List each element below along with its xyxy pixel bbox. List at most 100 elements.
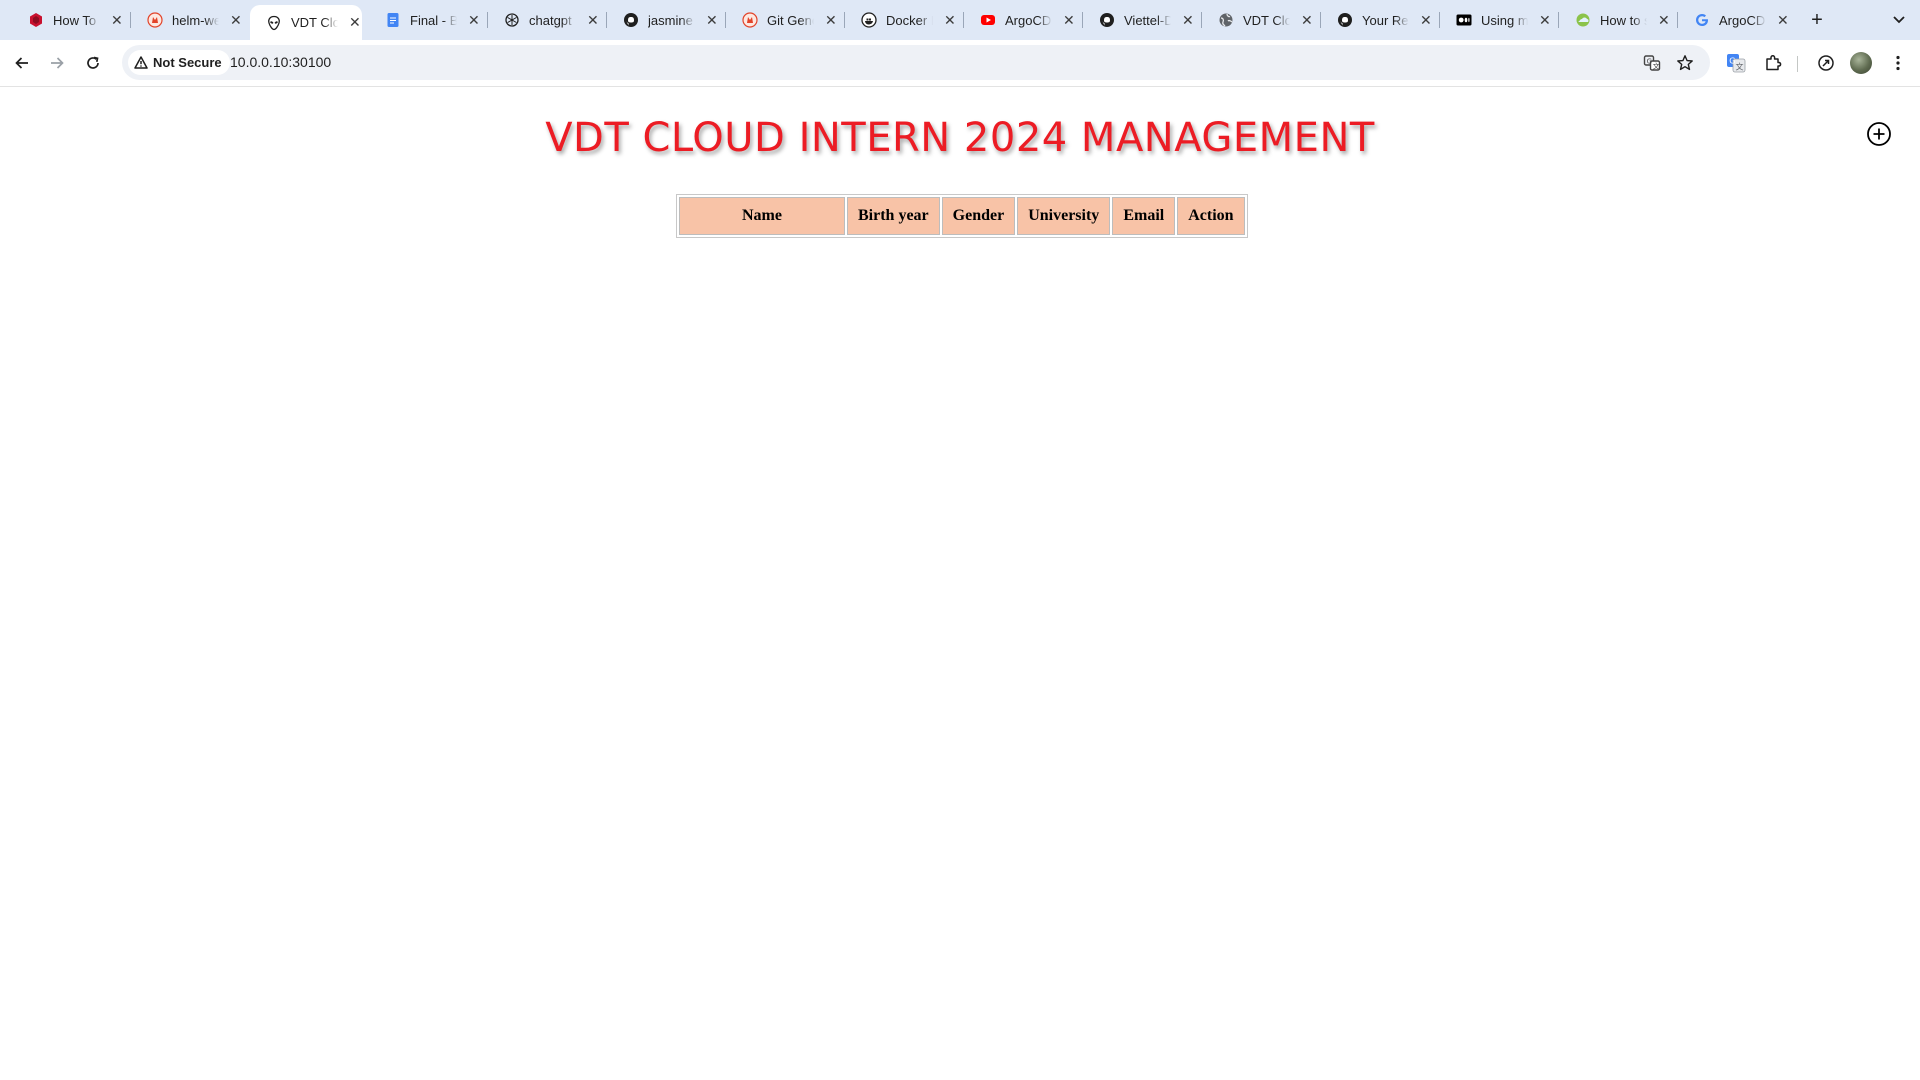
tab-separator bbox=[1082, 12, 1083, 28]
tab-close-icon[interactable]: ✕ bbox=[1300, 12, 1314, 28]
address-bar[interactable]: Not Secure 10.0.0.10:30100 G文 bbox=[122, 45, 1710, 80]
forward-button[interactable] bbox=[43, 49, 71, 77]
column-header-university: University bbox=[1017, 197, 1111, 235]
tab-close-icon[interactable]: ✕ bbox=[824, 12, 838, 28]
tab-title: How to s bbox=[1600, 12, 1647, 28]
browser-tab[interactable]: ArgoCD ✕ bbox=[1684, 6, 1790, 34]
tab-close-icon[interactable]: ✕ bbox=[1657, 12, 1671, 28]
toolbar-divider bbox=[1797, 56, 1798, 72]
kebab-menu-icon bbox=[1896, 55, 1900, 71]
tab-separator bbox=[725, 12, 726, 28]
url-text[interactable]: 10.0.0.10:30100 bbox=[230, 54, 331, 70]
tab-separator bbox=[844, 12, 845, 28]
tab-close-icon[interactable]: ✕ bbox=[1538, 12, 1552, 28]
tab-title: ArgoCD bbox=[1719, 12, 1766, 28]
tab-close-icon[interactable]: ✕ bbox=[467, 12, 481, 28]
tab-title: How To I bbox=[53, 12, 100, 28]
svg-text:文: 文 bbox=[1736, 62, 1744, 72]
browser-tab[interactable]: jasmine ✕ bbox=[613, 6, 719, 34]
tab-close-icon[interactable]: ✕ bbox=[1419, 12, 1433, 28]
reload-button[interactable] bbox=[79, 49, 107, 77]
globe-cloud-icon bbox=[1575, 12, 1591, 28]
tab-title: Git Gene bbox=[767, 12, 814, 28]
puzzle-icon bbox=[1766, 54, 1782, 71]
profile-avatar[interactable] bbox=[1850, 52, 1872, 74]
tab-close-icon[interactable]: ✕ bbox=[348, 14, 362, 31]
browser-tab[interactable]: How To I ✕ bbox=[18, 6, 124, 34]
tab-separator bbox=[1439, 12, 1440, 28]
svg-text:G: G bbox=[1729, 57, 1735, 66]
add-student-button[interactable] bbox=[1866, 121, 1892, 147]
globe-icon bbox=[1218, 12, 1234, 28]
browser-tab[interactable]: chatgpt ✕ bbox=[494, 6, 600, 34]
tab-close-icon[interactable]: ✕ bbox=[1062, 12, 1076, 28]
svg-text:文: 文 bbox=[1653, 62, 1660, 71]
column-header-name: Name bbox=[679, 197, 845, 235]
browser-tab[interactable]: Docker I ✕ bbox=[851, 6, 957, 34]
page-title: VDT CLOUD INTERN 2024 MANAGEMENT bbox=[545, 115, 1375, 161]
tab-close-icon[interactable]: ✕ bbox=[1181, 12, 1195, 28]
browser-tab[interactable]: Using m ✕ bbox=[1446, 6, 1552, 34]
tab-search-button[interactable] bbox=[1886, 8, 1912, 32]
browser-menu-button[interactable] bbox=[1884, 49, 1912, 77]
browser-tab[interactable]: ArgoCD ✕ bbox=[970, 6, 1076, 34]
reload-icon bbox=[87, 56, 99, 69]
chevron-down-icon bbox=[1893, 16, 1905, 24]
tab-separator bbox=[963, 12, 964, 28]
browser-tab[interactable]: VDT Clo ✕ bbox=[250, 5, 362, 40]
table-header-row: Name Birth year Gender University Email … bbox=[679, 197, 1245, 235]
tab-separator bbox=[487, 12, 488, 28]
plus-circle-icon bbox=[1867, 122, 1891, 146]
tab-separator bbox=[606, 12, 607, 28]
alien-icon bbox=[266, 15, 282, 31]
security-indicator[interactable]: Not Secure bbox=[128, 50, 230, 75]
tab-close-icon[interactable]: ✕ bbox=[705, 12, 719, 28]
svg-text:G: G bbox=[1647, 57, 1652, 65]
browser-tab[interactable]: Viettel-D ✕ bbox=[1089, 6, 1195, 34]
translate-button[interactable]: G文 bbox=[1640, 51, 1664, 75]
google-icon bbox=[1694, 12, 1710, 28]
chatgpt-icon bbox=[504, 12, 520, 28]
browser-tab[interactable]: Final - B ✕ bbox=[375, 6, 481, 34]
gitlab-icon bbox=[742, 12, 758, 28]
tab-close-icon[interactable]: ✕ bbox=[229, 12, 243, 28]
column-header-gender: Gender bbox=[941, 197, 1016, 235]
tab-close-icon[interactable]: ✕ bbox=[943, 12, 957, 28]
page-content: VDT CLOUD INTERN 2024 MANAGEMENT Name Bi… bbox=[0, 87, 1920, 1080]
browser-tab[interactable]: How to s ✕ bbox=[1565, 6, 1671, 34]
docker-icon bbox=[861, 12, 877, 28]
tab-close-icon[interactable]: ✕ bbox=[1776, 12, 1790, 28]
bookmark-button[interactable] bbox=[1673, 51, 1697, 75]
extensions-button[interactable] bbox=[1759, 49, 1787, 77]
students-table: Name Birth year Gender University Email … bbox=[676, 194, 1248, 238]
google-translate-extension-button[interactable]: G文 bbox=[1722, 49, 1750, 77]
leaf-gauge-icon bbox=[1818, 55, 1834, 71]
browser-tab[interactable]: VDT Clo ✕ bbox=[1208, 6, 1314, 34]
star-icon bbox=[1677, 55, 1693, 71]
tab-separator bbox=[1320, 12, 1321, 28]
tab-close-icon[interactable]: ✕ bbox=[110, 12, 124, 28]
browser-tab[interactable]: Your Re ✕ bbox=[1327, 6, 1433, 34]
back-button[interactable] bbox=[8, 49, 36, 77]
tab-title: Your Re bbox=[1362, 12, 1409, 28]
tab-close-icon[interactable]: ✕ bbox=[586, 12, 600, 28]
tab-title: chatgpt bbox=[529, 12, 572, 28]
tab-separator bbox=[1558, 12, 1559, 28]
browser-tab[interactable]: helm-we ✕ bbox=[137, 6, 243, 34]
ruby-icon bbox=[28, 12, 44, 28]
tab-separator bbox=[1677, 12, 1678, 28]
tab-title: Viettel-D bbox=[1124, 12, 1171, 28]
performance-button[interactable] bbox=[1812, 49, 1840, 77]
tab-title: Final - B bbox=[410, 12, 457, 28]
browser-tab[interactable]: Git Gene ✕ bbox=[732, 6, 838, 34]
security-label: Not Secure bbox=[153, 55, 222, 70]
medium-icon bbox=[1456, 12, 1472, 28]
tab-title: Docker I bbox=[886, 12, 933, 28]
tab-strip: How To I ✕ helm-we ✕ VDT Clo ✕ Final - B ✕ chatg… bbox=[0, 0, 1920, 40]
tab-title: ArgoCD bbox=[1005, 12, 1052, 28]
github-icon bbox=[1337, 12, 1353, 28]
gitlab-icon bbox=[147, 12, 163, 28]
new-tab-button[interactable]: + bbox=[1806, 9, 1828, 31]
youtube-icon bbox=[980, 12, 996, 28]
forward-arrow-icon bbox=[51, 57, 64, 69]
